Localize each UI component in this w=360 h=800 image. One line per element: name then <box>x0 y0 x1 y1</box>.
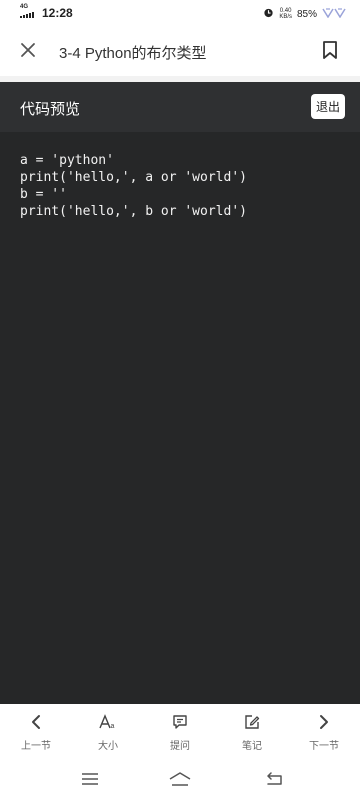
status-bar: 4G 12:28 0.40 KB/s 85% <box>0 0 360 28</box>
chevron-left-icon <box>27 713 45 731</box>
back-icon <box>267 772 282 785</box>
home-button[interactable] <box>168 768 192 790</box>
code-line: b = '' <box>20 187 67 202</box>
alarm-icon <box>263 5 274 23</box>
code-line: print('hello,', a or 'world') <box>20 170 247 185</box>
next-section-button[interactable]: 下一节 <box>288 704 360 760</box>
code-preview-header: 代码预览 退出 <box>0 82 360 132</box>
bookmark-icon <box>323 41 337 59</box>
home-icon <box>169 772 191 786</box>
signal-icon: 4G <box>20 4 36 20</box>
network-speed: 0.40 KB/s <box>279 8 292 20</box>
chevron-right-icon <box>315 713 333 731</box>
code-line: a = 'python' <box>20 153 114 168</box>
nav-label: 上一节 <box>21 741 51 752</box>
code-block: a = 'python' print('hello,', a or 'world'… <box>20 152 247 220</box>
ask-question-button[interactable]: 提问 <box>144 704 216 760</box>
nav-label: 下一节 <box>309 741 339 752</box>
network-type: 4G <box>20 4 29 10</box>
page-title: 3-4 Python的布尔类型 <box>59 45 207 62</box>
battery-percent: 85% <box>296 8 317 20</box>
bottom-nav: 上一节 a 大小 提问 笔记 下一节 <box>0 704 360 760</box>
app-header: 3-4 Python的布尔类型 <box>0 28 360 76</box>
exit-button[interactable]: 退出 <box>311 94 345 119</box>
nav-label: 提问 <box>170 741 190 752</box>
font-size-icon: a <box>99 713 117 731</box>
close-button[interactable] <box>8 28 48 72</box>
code-preview-title: 代码预览 <box>20 101 81 118</box>
notes-button[interactable]: 笔记 <box>216 704 288 760</box>
menu-icon <box>82 773 98 785</box>
question-chat-icon <box>171 713 189 731</box>
code-preview-panel: 代码预览 退出 a = 'python' print('hello,', a or… <box>0 82 360 704</box>
menu-button[interactable] <box>78 768 102 790</box>
back-button[interactable] <box>262 768 286 790</box>
vpn-icon <box>322 5 346 23</box>
system-nav-bar <box>0 760 360 800</box>
nav-label: 大小 <box>98 741 118 752</box>
nav-label: 笔记 <box>242 741 262 752</box>
code-line: print('hello,', b or 'world') <box>20 204 247 219</box>
bookmark-button[interactable] <box>310 28 350 72</box>
status-time: 12:28 <box>42 6 73 20</box>
svg-text:a: a <box>111 723 115 730</box>
edit-note-icon <box>243 713 261 731</box>
font-size-button[interactable]: a 大小 <box>72 704 144 760</box>
prev-section-button[interactable]: 上一节 <box>0 704 72 760</box>
close-icon <box>21 43 35 57</box>
